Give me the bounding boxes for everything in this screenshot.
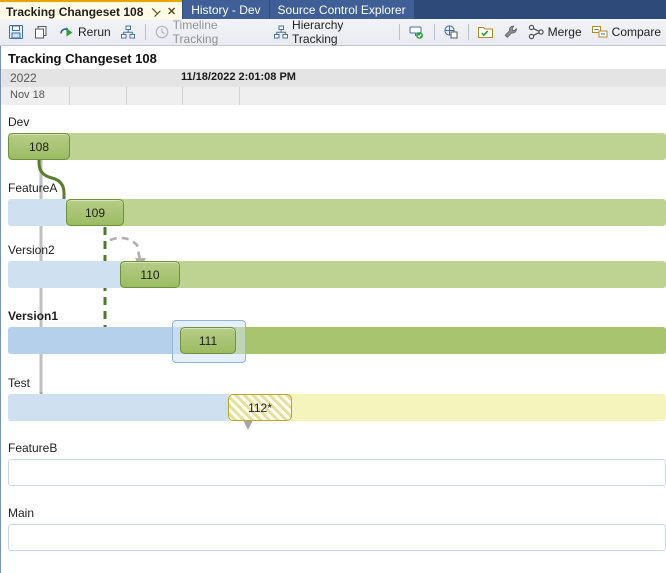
- hierarchy-icon: [273, 24, 289, 40]
- timeline-tick: [239, 87, 240, 105]
- copy-button[interactable]: [29, 21, 53, 43]
- save-icon: [8, 24, 24, 40]
- changeset-id: 110: [140, 267, 160, 282]
- toolbar-separator: [467, 24, 469, 40]
- copy-icon: [33, 24, 49, 40]
- tab-label: Source Control Explorer: [277, 2, 406, 17]
- tracking-changeset-window: Tracking Changeset 108 ⊣ ✕ History - Dev…: [0, 0, 666, 573]
- changeset-node-112[interactable]: 112*: [228, 394, 292, 421]
- merge-button[interactable]: Merge: [524, 21, 586, 43]
- panel-left-border: [0, 46, 1, 573]
- branch-bar-version1-blue: [8, 327, 188, 354]
- timeline-tick: [69, 87, 70, 105]
- hierarchy-tracking-button[interactable]: Hierarchy Tracking: [269, 18, 394, 46]
- branch-bar-version2: [120, 261, 666, 288]
- tab-label: Tracking Changeset 108: [6, 4, 144, 19]
- toolbar-separator: [433, 24, 435, 40]
- branch-label-test: Test: [8, 376, 31, 390]
- branch-bar-featureb: [8, 459, 666, 486]
- pin-icon[interactable]: ⊣: [147, 4, 163, 19]
- toolbar: Rerun Timeline Tracking Hierarchy Tracki…: [0, 18, 666, 46]
- changeset-node-111[interactable]: 111: [180, 327, 236, 354]
- checkbox-ok-icon: [408, 24, 425, 40]
- diagram-button[interactable]: [439, 21, 463, 43]
- compare-label: Compare: [611, 25, 662, 39]
- show-changesets-button[interactable]: [404, 21, 429, 43]
- tab-strip: Tracking Changeset 108 ⊣ ✕ History - Dev…: [0, 0, 666, 21]
- timeline-day-label: Nov 18: [10, 89, 45, 101]
- timeline-year-label: 2022: [10, 71, 37, 85]
- changeset-id: 111: [198, 333, 218, 348]
- timeline-tracking-label: Timeline Tracking: [172, 18, 219, 46]
- diagram-icon: [443, 24, 459, 40]
- branch-label-main: Main: [8, 506, 35, 520]
- branch-icon: [528, 24, 545, 40]
- hierarchy-icon: [120, 24, 136, 40]
- toolbar-separator: [398, 24, 400, 40]
- rerun-button[interactable]: Rerun: [54, 21, 115, 43]
- changeset-id: 108: [28, 139, 50, 154]
- hierarchy-tracking-label: Hierarchy Tracking: [292, 18, 344, 46]
- tab-source-control-explorer[interactable]: Source Control Explorer: [269, 0, 414, 19]
- branch-bar-dev: [8, 133, 666, 160]
- toolbar-separator: [144, 24, 146, 40]
- changeset-node-109[interactable]: 109: [66, 199, 124, 226]
- branch-label-dev: Dev: [8, 115, 30, 129]
- timeline-tracking-button[interactable]: Timeline Tracking: [150, 18, 268, 46]
- timeline-header-bottom: [0, 87, 666, 105]
- timeline-header: 2022 11/18/2022 2:01:08 PM Nov 18: [0, 69, 666, 106]
- settings-button[interactable]: [499, 21, 523, 43]
- folder-check-icon: [477, 24, 494, 40]
- branch-bar-test: [228, 394, 666, 421]
- timeline-tick: [182, 87, 183, 105]
- tab-tracking-changeset[interactable]: Tracking Changeset 108 ⊣ ✕: [0, 0, 183, 21]
- timeline-timestamp: 11/18/2022 2:01:08 PM: [181, 71, 296, 83]
- changeset-node-110[interactable]: 110: [120, 261, 180, 288]
- rerun-icon: [58, 24, 75, 40]
- branch-label-featurea: FeatureA: [8, 181, 58, 195]
- branch-bar-version2-blue: [8, 261, 123, 288]
- branch-bar-featurea: [66, 199, 666, 226]
- changeset-node-108[interactable]: 108: [8, 133, 70, 160]
- branch-label-version2: Version2: [8, 243, 55, 257]
- rerun-label: Rerun: [78, 25, 111, 39]
- timeline-header-top: [0, 69, 666, 87]
- tab-history-dev[interactable]: History - Dev: [183, 0, 269, 19]
- branch-label-version1: Version1: [8, 309, 59, 323]
- branch-bar-version1: [180, 327, 666, 354]
- merge-label: Merge: [547, 25, 582, 39]
- branch-bar-main: [8, 524, 666, 551]
- branch-bar-featurea-blue: [8, 199, 68, 226]
- page-title: Tracking Changeset 108: [8, 51, 157, 66]
- clock-icon: [154, 24, 170, 40]
- layout-button[interactable]: [116, 21, 140, 43]
- wrench-icon: [503, 24, 519, 40]
- branch-label-featureb: FeatureB: [8, 441, 58, 455]
- timeline-tick: [126, 87, 127, 105]
- compare-icon: [591, 24, 609, 40]
- tab-label: History - Dev: [191, 2, 261, 17]
- changeset-id: 109: [84, 205, 106, 220]
- save-button[interactable]: [4, 21, 28, 43]
- close-icon[interactable]: ✕: [167, 5, 176, 18]
- changeset-id: 112*: [248, 400, 272, 415]
- pending-changes-button[interactable]: [473, 21, 498, 43]
- branch-bar-test-blue: [8, 394, 233, 421]
- compare-button[interactable]: Compare: [587, 21, 665, 43]
- branch-graph: Dev 108 FeatureA 109 Version2 110 Versio…: [0, 105, 666, 573]
